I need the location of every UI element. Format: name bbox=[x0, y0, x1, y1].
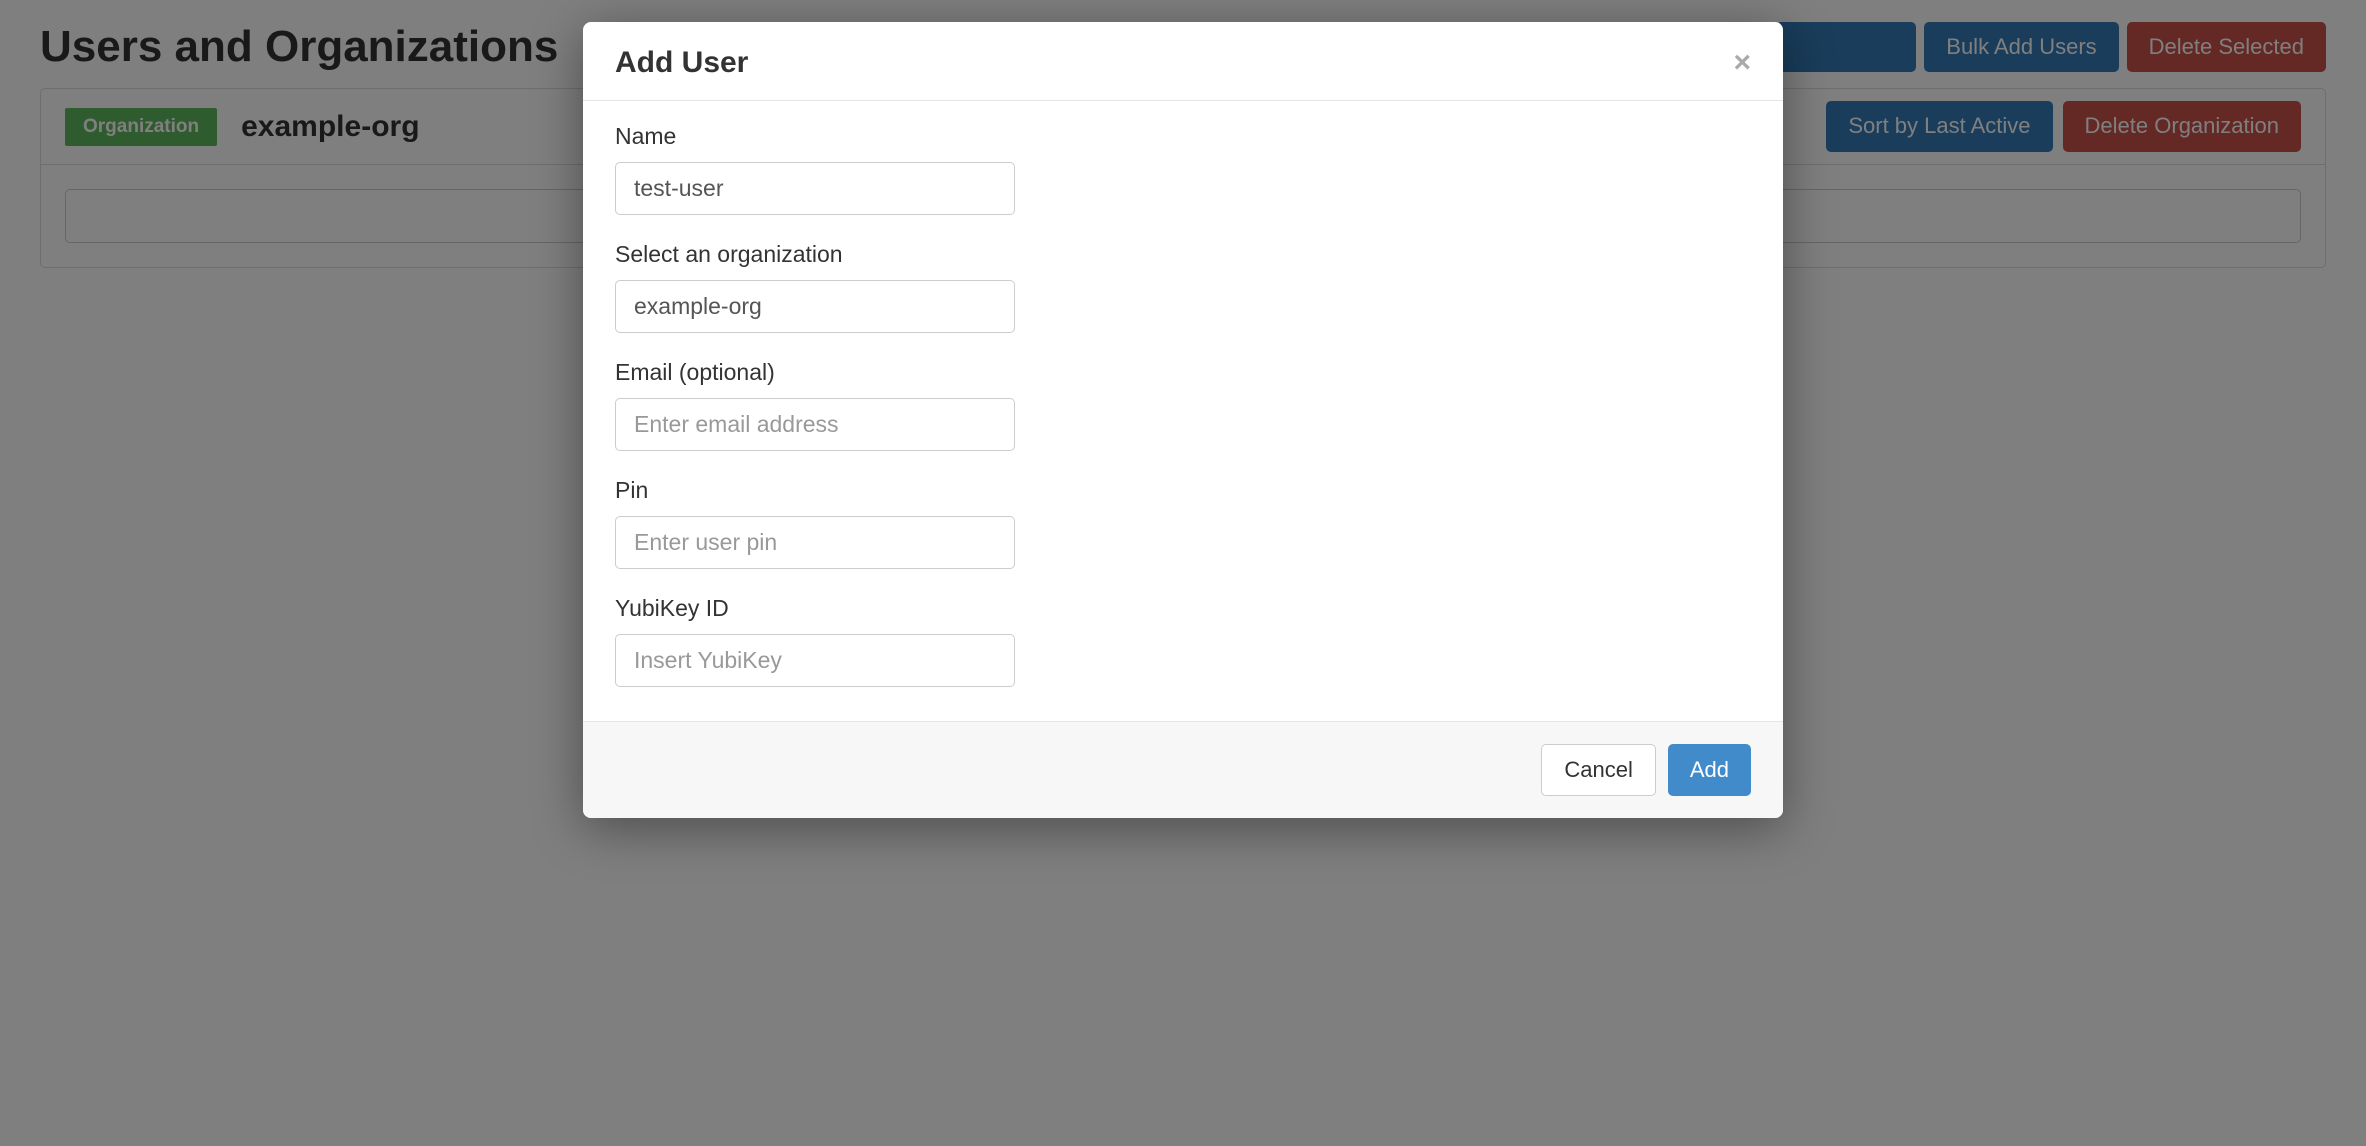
organization-field-group: Select an organization bbox=[615, 241, 1751, 333]
organization-input[interactable] bbox=[615, 280, 1015, 333]
email-input[interactable] bbox=[615, 398, 1015, 451]
add-button[interactable]: Add bbox=[1668, 744, 1751, 796]
modal-body: Name Select an organization Email (optio… bbox=[583, 101, 1783, 721]
cancel-button[interactable]: Cancel bbox=[1541, 744, 1655, 796]
yubikey-label: YubiKey ID bbox=[615, 595, 1751, 622]
name-field-group: Name bbox=[615, 123, 1751, 215]
pin-field-group: Pin bbox=[615, 477, 1751, 569]
email-field-group: Email (optional) bbox=[615, 359, 1751, 451]
pin-label: Pin bbox=[615, 477, 1751, 504]
yubikey-input[interactable] bbox=[615, 634, 1015, 687]
add-user-modal: Add User × Name Select an organization E… bbox=[583, 22, 1783, 818]
close-icon[interactable]: × bbox=[1733, 48, 1751, 78]
email-label: Email (optional) bbox=[615, 359, 1751, 386]
pin-input[interactable] bbox=[615, 516, 1015, 569]
yubikey-field-group: YubiKey ID bbox=[615, 595, 1751, 687]
modal-header: Add User × bbox=[583, 22, 1783, 101]
modal-footer: Cancel Add bbox=[583, 721, 1783, 818]
name-input[interactable] bbox=[615, 162, 1015, 215]
name-label: Name bbox=[615, 123, 1751, 150]
modal-title: Add User bbox=[615, 46, 748, 80]
organization-label: Select an organization bbox=[615, 241, 1751, 268]
